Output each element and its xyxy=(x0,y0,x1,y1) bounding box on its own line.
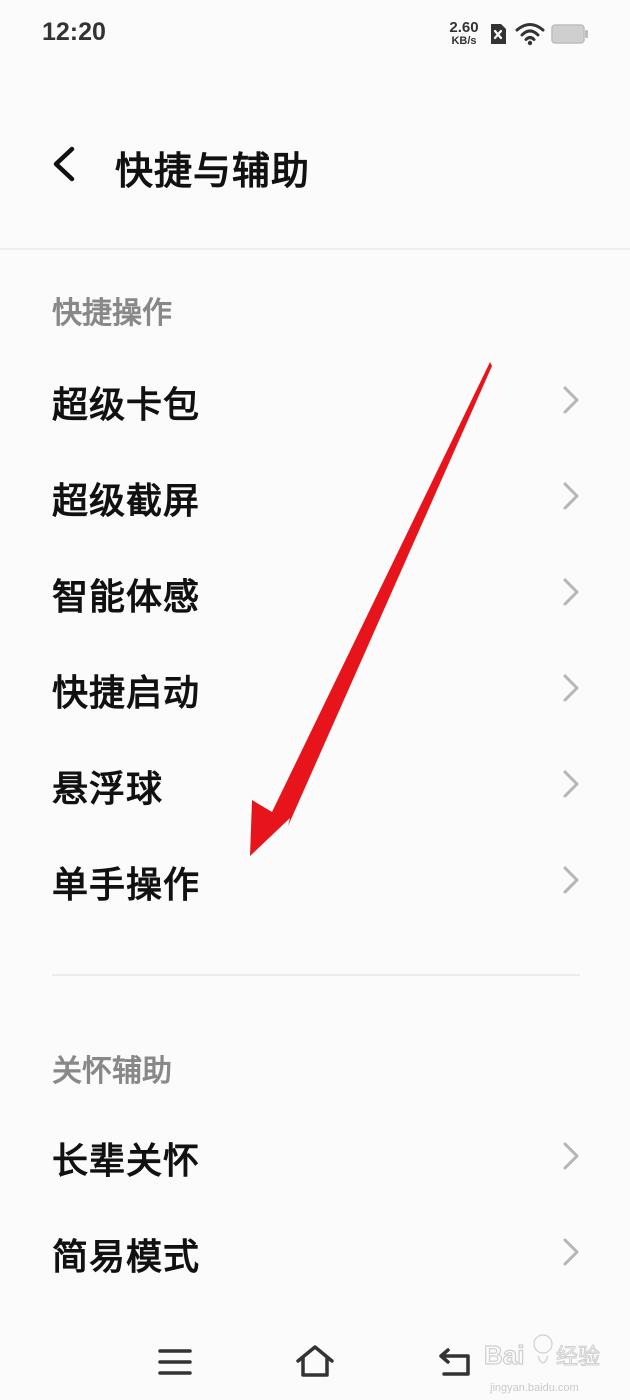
svg-text:Bai: Bai xyxy=(484,1340,524,1370)
watermark-url: jingyan.baidu.com xyxy=(490,1382,579,1394)
app-header xyxy=(0,70,630,248)
header-divider xyxy=(0,248,630,250)
list-item-label: 快捷启动 xyxy=(52,673,201,714)
network-speed-value: 2.60 xyxy=(449,19,479,36)
page-title: 快捷与辅助 xyxy=(115,149,311,193)
list-item-smart-motion[interactable]: 智能体感 xyxy=(0,544,630,640)
chevron-right-icon xyxy=(562,385,580,419)
network-speed: 2.60 KB/s xyxy=(440,20,488,47)
svg-text:经验: 经验 xyxy=(556,1345,600,1370)
chevron-right-icon xyxy=(562,577,580,611)
list-item-label: 智能体感 xyxy=(52,577,201,618)
list-item-simple-mode[interactable]: 简易模式 xyxy=(0,1204,630,1300)
list-item-label: 超级截屏 xyxy=(52,481,201,522)
sim-off-icon xyxy=(489,23,507,49)
watermark-logo: Bai 经验 jingyan.baidu.com xyxy=(482,1330,601,1394)
list-item-super-card-pack[interactable]: 超级卡包 xyxy=(0,352,630,448)
list-item-elder-care[interactable]: 长辈关怀 xyxy=(0,1108,630,1204)
battery-icon xyxy=(551,24,589,48)
status-bar: 12:20 2.60 KB/s xyxy=(0,0,630,70)
list-item-label: 简易模式 xyxy=(52,1237,201,1278)
list-item-one-hand-mode[interactable]: 单手操作 xyxy=(0,832,630,928)
list-item-label: 长辈关怀 xyxy=(52,1141,201,1182)
network-speed-unit: KB/s xyxy=(451,35,477,47)
back-icon[interactable] xyxy=(438,1346,472,1382)
list-item-floating-ball[interactable]: 悬浮球 xyxy=(0,736,630,832)
list-item-quick-launch[interactable]: 快捷启动 xyxy=(0,640,630,736)
list-item-super-screenshot[interactable]: 超级截屏 xyxy=(0,448,630,544)
list-item-label: 悬浮球 xyxy=(52,769,164,810)
chevron-right-icon xyxy=(562,481,580,515)
section-divider xyxy=(52,974,580,976)
chevron-right-icon xyxy=(562,865,580,899)
section-header-shortcuts: 快捷操作 xyxy=(52,296,172,331)
wifi-icon xyxy=(515,22,545,50)
chevron-right-icon xyxy=(562,673,580,707)
list-item-label: 超级卡包 xyxy=(52,385,201,426)
list-item-label: 单手操作 xyxy=(52,865,201,906)
status-time: 12:20 xyxy=(42,18,106,46)
home-icon[interactable] xyxy=(295,1344,335,1382)
chevron-left-icon[interactable] xyxy=(48,146,78,186)
menu-icon[interactable] xyxy=(158,1348,192,1380)
chevron-right-icon xyxy=(562,769,580,803)
chevron-right-icon xyxy=(562,1141,580,1175)
section-header-care-assist: 关怀辅助 xyxy=(52,1054,172,1089)
chevron-right-icon xyxy=(562,1237,580,1271)
